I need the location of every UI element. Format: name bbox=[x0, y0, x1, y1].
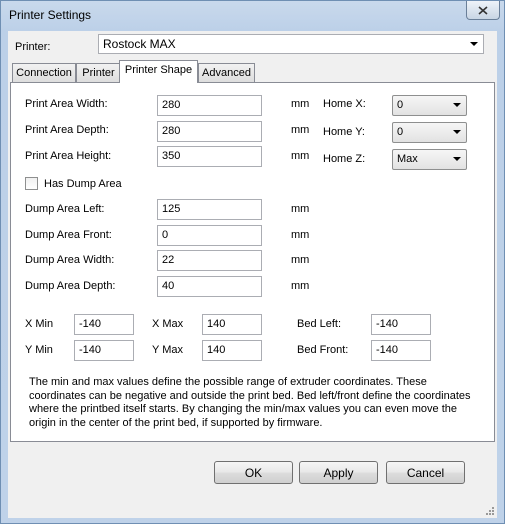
close-button[interactable] bbox=[466, 1, 500, 20]
tab-printer[interactable]: Printer bbox=[76, 63, 121, 83]
cancel-button[interactable]: Cancel bbox=[386, 461, 465, 484]
apply-button[interactable]: Apply bbox=[299, 461, 378, 484]
y-min-input[interactable]: -140 bbox=[74, 340, 134, 361]
dump-area-width-input[interactable]: 22 bbox=[157, 250, 262, 271]
home-z-select[interactable]: Max bbox=[392, 149, 467, 170]
tab-advanced[interactable]: Advanced bbox=[198, 63, 255, 83]
print-area-height-input[interactable]: 350 bbox=[157, 146, 262, 167]
chevron-down-icon bbox=[453, 157, 461, 161]
home-x-select[interactable]: 0 bbox=[392, 95, 467, 116]
print-area-depth-label: Print Area Depth: bbox=[25, 124, 109, 136]
bed-left-input[interactable]: -140 bbox=[371, 314, 431, 335]
home-y-label: Home Y: bbox=[323, 126, 365, 138]
printer-label: Printer: bbox=[15, 41, 51, 53]
dump-area-depth-unit: mm bbox=[291, 280, 310, 292]
print-area-depth-input[interactable]: 280 bbox=[157, 121, 262, 142]
dialog-client-area: Printer: Rostock MAX Connection Printer … bbox=[8, 31, 497, 518]
x-max-label: X Max bbox=[152, 318, 184, 330]
title-bar[interactable]: Printer Settings bbox=[1, 1, 504, 31]
x-max-input[interactable]: 140 bbox=[202, 314, 262, 335]
printer-select[interactable]: Rostock MAX bbox=[98, 34, 484, 54]
y-max-label: Y Max bbox=[152, 344, 183, 356]
print-area-width-label: Print Area Width: bbox=[25, 98, 108, 110]
bed-front-input[interactable]: -140 bbox=[371, 340, 431, 361]
dump-area-left-input[interactable]: 125 bbox=[157, 199, 262, 220]
x-min-input[interactable]: -140 bbox=[74, 314, 134, 335]
print-area-height-label: Print Area Height: bbox=[25, 150, 112, 162]
dump-area-left-label: Dump Area Left: bbox=[25, 203, 105, 215]
print-area-width-unit: mm bbox=[291, 98, 310, 110]
dump-area-width-unit: mm bbox=[291, 254, 310, 266]
y-max-input[interactable]: 140 bbox=[202, 340, 262, 361]
close-icon bbox=[478, 5, 488, 15]
x-min-label: X Min bbox=[25, 318, 54, 330]
print-area-depth-unit: mm bbox=[291, 124, 310, 136]
chevron-down-icon bbox=[453, 130, 461, 134]
print-area-width-input[interactable]: 280 bbox=[157, 95, 262, 116]
chevron-down-icon bbox=[453, 103, 461, 107]
print-area-height-unit: mm bbox=[291, 150, 310, 162]
tab-connection[interactable]: Connection bbox=[12, 63, 76, 83]
home-z-label: Home Z: bbox=[323, 153, 366, 165]
dump-area-width-label: Dump Area Width: bbox=[25, 254, 115, 266]
bed-left-label: Bed Left: bbox=[297, 318, 342, 330]
dump-area-front-unit: mm bbox=[291, 229, 310, 241]
y-min-label: Y Min bbox=[25, 344, 53, 356]
tab-printer-shape[interactable]: Printer Shape bbox=[119, 60, 198, 83]
printer-shape-panel: Print Area Width: 280 mm Print Area Dept… bbox=[10, 82, 495, 442]
resize-grip-icon[interactable] bbox=[485, 506, 495, 516]
bed-front-label: Bed Front: bbox=[297, 344, 349, 356]
home-x-label: Home X: bbox=[323, 98, 366, 110]
printer-settings-window: Printer Settings Printer: Rostock MAX Co… bbox=[0, 0, 505, 524]
dump-area-depth-label: Dump Area Depth: bbox=[25, 280, 116, 292]
window-title: Printer Settings bbox=[9, 8, 92, 22]
coordinates-description: The min and max values define the possib… bbox=[29, 376, 471, 429]
ok-button[interactable]: OK bbox=[214, 461, 293, 484]
has-dump-area-label: Has Dump Area bbox=[44, 178, 122, 190]
dump-area-left-unit: mm bbox=[291, 203, 310, 215]
dump-area-depth-input[interactable]: 40 bbox=[157, 276, 262, 297]
dump-area-front-label: Dump Area Front: bbox=[25, 229, 112, 241]
home-y-select[interactable]: 0 bbox=[392, 122, 467, 143]
has-dump-area-checkbox[interactable] bbox=[25, 177, 38, 190]
dump-area-front-input[interactable]: 0 bbox=[157, 225, 262, 246]
chevron-down-icon bbox=[470, 42, 478, 46]
